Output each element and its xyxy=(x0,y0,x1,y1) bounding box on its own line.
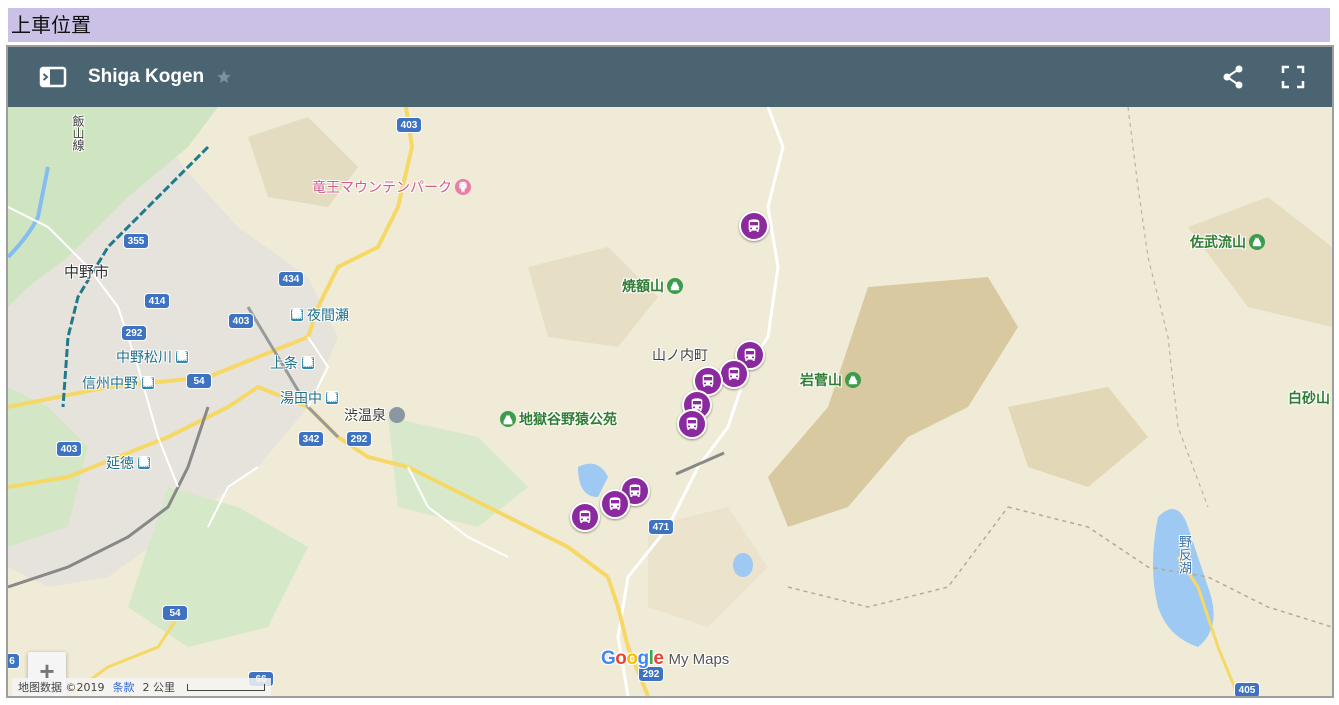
bus-icon xyxy=(728,367,740,380)
yomase-text: 夜間瀬 xyxy=(307,308,349,324)
route-shield: 405 xyxy=(1234,682,1260,696)
bus-icon xyxy=(744,348,756,361)
ryuoo-text: 竜王マウンテンパーク xyxy=(312,180,452,196)
route-shield: 292 xyxy=(121,325,147,341)
entoku-station-label[interactable]: 延徳 鉄 xyxy=(106,453,151,473)
sabuyama-label[interactable]: 佐武流山 ▲ xyxy=(1190,232,1265,252)
train-station-icon: 鉄 xyxy=(137,456,151,470)
bus-icon xyxy=(686,417,698,430)
nakano-city-label: 中野市 xyxy=(64,263,110,281)
star-icon xyxy=(217,70,231,83)
iwasugeyama-label[interactable]: 岩菅山 ▲ xyxy=(800,370,861,390)
google-letter: e xyxy=(653,648,664,669)
google-letter: o xyxy=(615,648,627,669)
nakano-matsukawa-station-label[interactable]: 中野松川 鉄 xyxy=(116,347,189,367)
terms-link[interactable]: 条款 xyxy=(113,679,135,695)
nozoriko-lake-label: 野反湖 xyxy=(1176,535,1191,574)
iiyama-line-label: 飯山線 xyxy=(71,115,85,151)
train-station-icon: 鉄 xyxy=(141,376,155,390)
legend-toggle-button[interactable] xyxy=(28,47,78,107)
terrain-basemap xyxy=(8,107,1332,696)
nakano-matsukawa-text: 中野松川 xyxy=(116,350,172,366)
jigokudani-park-label[interactable]: ▲ 地獄谷野猿公苑 xyxy=(500,409,617,429)
google-wordmark: Google xyxy=(601,648,664,670)
share-button[interactable] xyxy=(1216,60,1250,94)
my-maps-wordmark: My Maps xyxy=(668,651,730,668)
map-embed: Shiga Kogen 竜王マウンテンパーク ⚲ 中野市 鉄 夜間瀬 中野松川 … xyxy=(6,45,1334,698)
train-station-icon: 鉄 xyxy=(290,308,304,322)
bus-stop-marker[interactable] xyxy=(739,211,769,241)
fullscreen-icon xyxy=(1281,65,1305,89)
search-pin-icon xyxy=(389,407,405,423)
kamijo-text: 上条 xyxy=(270,356,298,372)
map-canvas[interactable]: 竜王マウンテンパーク ⚲ 中野市 鉄 夜間瀬 中野松川 鉄 上条 鉄 信州中野 … xyxy=(8,107,1332,696)
search-pin-icon: ⚲ xyxy=(455,179,471,195)
scale-label: 2 公里 xyxy=(142,681,176,694)
share-icon xyxy=(1223,65,1243,89)
yudanaka-station-label[interactable]: 湯田中 鉄 xyxy=(280,388,339,408)
bus-stop-marker[interactable] xyxy=(600,489,630,519)
yomase-station-label[interactable]: 鉄 夜間瀬 xyxy=(290,305,349,325)
train-station-icon: 鉄 xyxy=(175,350,189,364)
route-shield: 403 xyxy=(56,441,82,457)
star-button[interactable] xyxy=(216,69,232,85)
legend-toggle-icon xyxy=(39,66,67,88)
route-shield: 292 xyxy=(346,431,372,447)
yakebitaiyama-text: 焼額山 xyxy=(622,279,664,295)
page-heading: 上車位置 xyxy=(8,8,1330,42)
bus-stop-marker[interactable] xyxy=(719,359,749,389)
shinshu-nakano-station-label[interactable]: 信州中野 鉄 xyxy=(82,373,155,393)
mountain-icon: ▲ xyxy=(1249,234,1265,250)
entoku-text: 延徳 xyxy=(106,456,134,472)
bus-stop-marker[interactable] xyxy=(570,502,600,532)
jigokudani-text: 地獄谷野猿公苑 xyxy=(519,412,617,428)
ryuoo-mountain-park-label[interactable]: 竜王マウンテンパーク ⚲ xyxy=(312,177,471,197)
route-shield: 414 xyxy=(144,293,170,309)
route-shield: 403 xyxy=(228,313,254,329)
route-shield: 54 xyxy=(186,373,212,389)
google-my-maps-logo: Google My Maps xyxy=(601,648,729,670)
route-shield: 355 xyxy=(123,233,149,249)
fullscreen-button[interactable] xyxy=(1276,60,1310,94)
park-icon: ▲ xyxy=(500,411,516,427)
google-letter: g xyxy=(637,648,650,669)
mountain-icon: ▲ xyxy=(667,278,683,294)
map-title: Shiga Kogen xyxy=(88,66,205,87)
google-letter: o xyxy=(626,648,638,669)
sabuyama-text: 佐武流山 xyxy=(1190,235,1246,251)
mountain-icon: ▲ xyxy=(845,372,861,388)
bus-icon xyxy=(702,374,714,387)
yakebitaiyama-label[interactable]: 焼額山 ▲ xyxy=(622,276,683,296)
shirasunayama-label: 白砂山 xyxy=(1288,391,1330,407)
google-letter: G xyxy=(601,648,616,669)
route-shield: 471 xyxy=(648,519,674,535)
bus-stop-marker[interactable] xyxy=(677,409,707,439)
bus-icon xyxy=(609,497,621,510)
train-station-icon: 鉄 xyxy=(325,391,339,405)
shinshu-nakano-text: 信州中野 xyxy=(82,376,138,392)
map-header-bar: Shiga Kogen xyxy=(8,47,1332,107)
map-data-copyright: 地图数据 ©2019 xyxy=(18,681,105,694)
shibu-onsen-text: 渋温泉 xyxy=(344,408,386,424)
shibu-onsen-label[interactable]: 渋温泉 xyxy=(344,405,405,425)
bus-icon xyxy=(748,219,760,232)
scale-bar xyxy=(187,683,265,691)
iwasugeyama-text: 岩菅山 xyxy=(800,373,842,389)
yudanaka-text: 湯田中 xyxy=(280,391,322,407)
yamanouchi-town-label: 山ノ内町 xyxy=(652,348,708,364)
bus-icon xyxy=(629,484,641,497)
kamijo-station-label[interactable]: 上条 鉄 xyxy=(270,353,315,373)
train-station-icon: 鉄 xyxy=(301,356,315,370)
route-shield: 403 xyxy=(396,117,422,133)
route-shield: 434 xyxy=(278,271,304,287)
route-shield: 342 xyxy=(298,431,324,447)
bus-icon xyxy=(579,510,591,523)
map-attribution: 地图数据 ©2019 条款 2 公里 xyxy=(12,678,271,696)
route-shield: 54 xyxy=(162,605,188,621)
route-shield: 6 xyxy=(8,653,20,669)
